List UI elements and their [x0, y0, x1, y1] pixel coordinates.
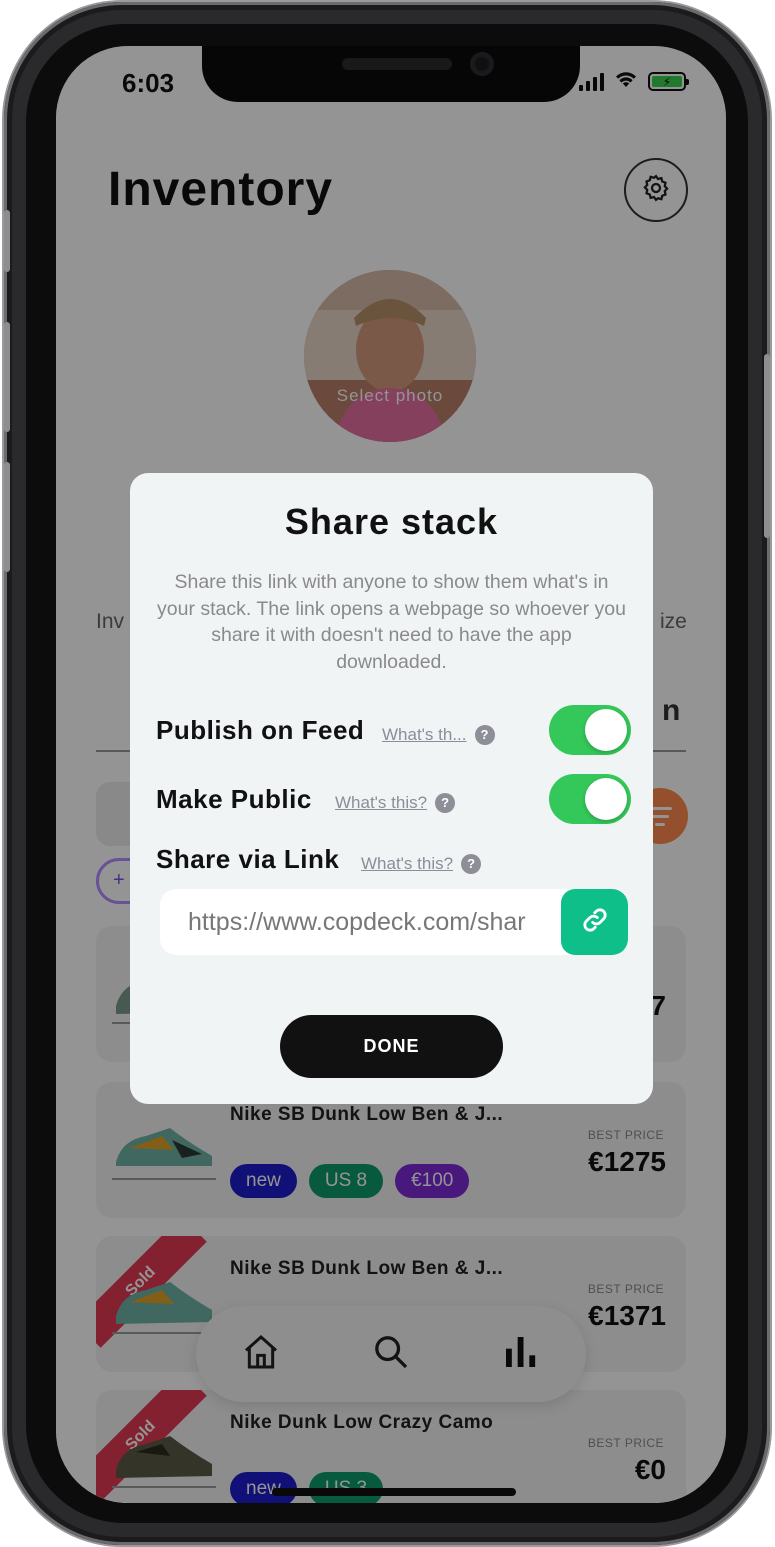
make-public-toggle[interactable] — [549, 774, 631, 824]
link-icon — [581, 906, 609, 939]
make-public-label: Make Public — [156, 784, 312, 814]
share-link-input[interactable] — [160, 889, 562, 955]
power-button — [764, 354, 770, 538]
share-link-field — [160, 889, 628, 955]
volume-up-button — [4, 322, 10, 432]
publish-on-feed-label: Publish on Feed — [156, 715, 365, 745]
modal-title: Share stack — [284, 501, 499, 542]
help-link-text: What's th... — [382, 725, 467, 744]
share-via-link-label: Share via Link — [156, 844, 340, 874]
copy-link-button[interactable] — [561, 889, 628, 955]
help-icon: ? — [474, 725, 495, 745]
help-link-text: What's this? — [335, 793, 428, 812]
silent-switch — [4, 210, 10, 272]
volume-down-button — [4, 462, 10, 572]
publish-on-feed-toggle[interactable] — [549, 705, 631, 755]
screen: 6:03 ⚡ Inventory Select photo Inv ize n … — [56, 46, 726, 1503]
toggle-knob — [585, 709, 627, 751]
publish-on-feed-help-link[interactable]: What's th... ? — [382, 725, 495, 745]
share-stack-modal: Share stack Share this link with anyone … — [130, 473, 653, 1104]
help-link-text: What's this? — [361, 854, 454, 873]
modal-description: Share this link with anyone to show them… — [157, 571, 626, 673]
toggle-knob — [585, 778, 627, 820]
make-public-help-link[interactable]: What's this? ? — [335, 793, 456, 813]
phone-frame: 6:03 ⚡ Inventory Select photo Inv ize n … — [4, 2, 770, 1545]
share-via-link-help-link[interactable]: What's this? ? — [361, 854, 482, 874]
help-icon: ? — [435, 793, 456, 813]
help-icon: ? — [461, 854, 482, 874]
done-button[interactable]: DONE — [280, 1015, 503, 1078]
